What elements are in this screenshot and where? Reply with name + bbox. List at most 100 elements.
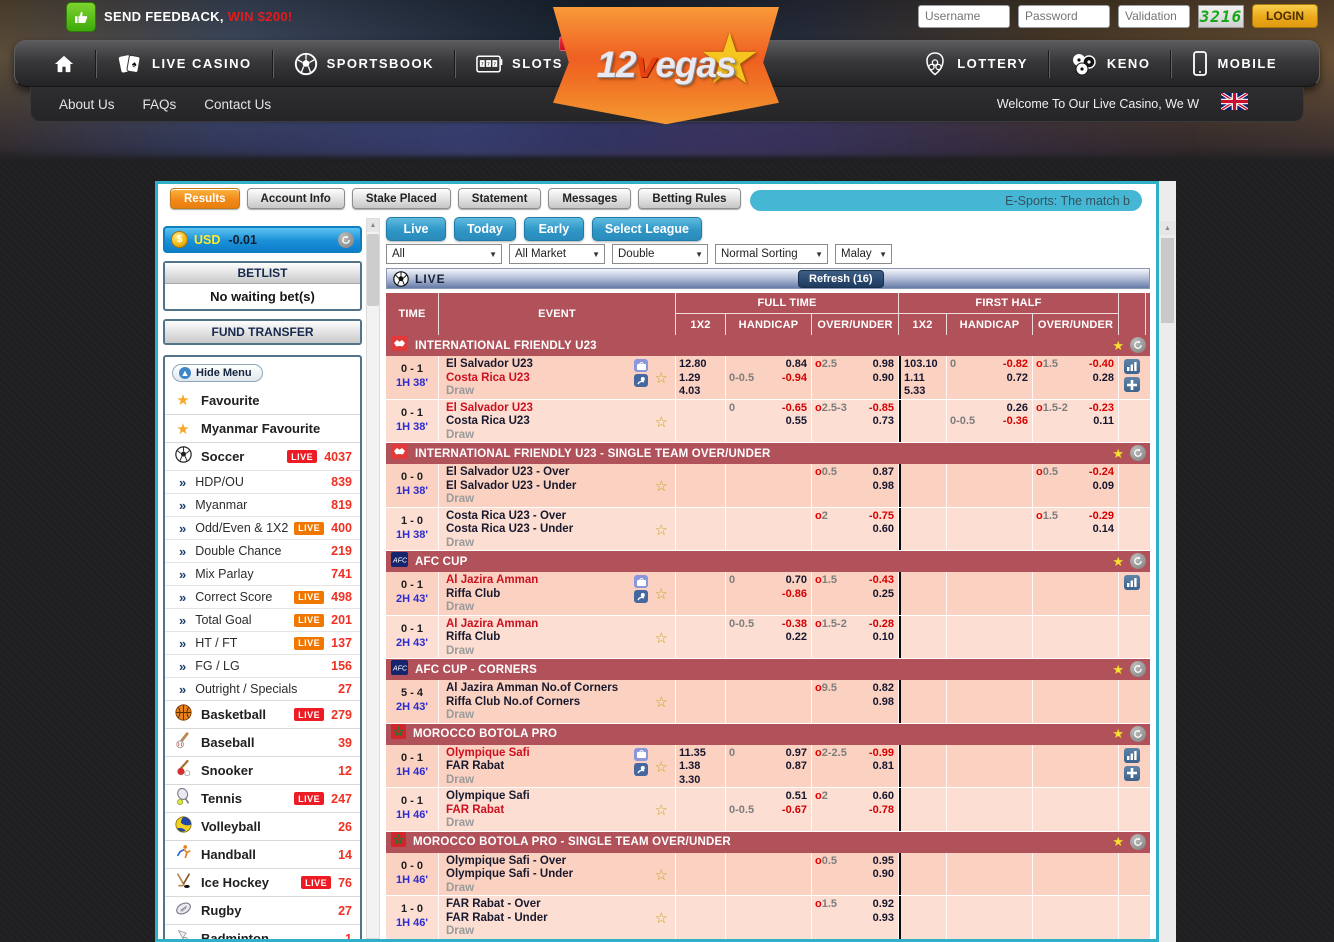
tab-messages[interactable]: Messages <box>548 188 631 209</box>
odds-cell-fh1x2[interactable] <box>899 400 947 443</box>
team-name[interactable]: Draw <box>439 537 675 551</box>
filter-select-all-market[interactable]: All Market▼ <box>509 244 605 264</box>
team-name[interactable]: Al Jazira Amman No.of Corners <box>439 682 675 696</box>
nav-item-sportsbook[interactable]: SPORTSBOOK <box>274 41 454 86</box>
odds-cell-ft1x2[interactable] <box>676 896 726 939</box>
league-refresh-icon[interactable] <box>1130 834 1146 850</box>
stats-stream-icon[interactable] <box>634 763 648 776</box>
odds-cell-fhhcp[interactable] <box>947 464 1033 507</box>
sidebar-item-rugby[interactable]: Rugby27 <box>165 896 360 924</box>
tab-statement[interactable]: Statement <box>458 188 542 209</box>
sidebar-item-double-chance[interactable]: »Double Chance219 <box>165 539 360 562</box>
sidebar-item-snooker[interactable]: Snooker12 <box>165 756 360 784</box>
tab-betting-rules[interactable]: Betting Rules <box>638 188 740 209</box>
uk-flag-icon[interactable] <box>1221 93 1248 115</box>
period-tab-live[interactable]: Live <box>386 217 446 241</box>
sidebar-item-correct-score[interactable]: »Correct ScoreLIVE498 <box>165 585 360 608</box>
validation-input[interactable] <box>1118 5 1190 28</box>
odds-cell-ftou[interactable]: o0.50.950.90 <box>812 853 899 896</box>
league-star-icon[interactable]: ★ <box>1112 338 1124 354</box>
league-star-icon[interactable]: ★ <box>1112 446 1124 462</box>
odds-cell-ftou[interactable]: o20.60-0.78 <box>812 788 899 831</box>
sidebar-item-badminton[interactable]: Badminton1 <box>165 924 360 942</box>
team-name[interactable]: Olympique Safi - Over <box>439 855 675 869</box>
odds-cell-ft1x2[interactable]: 12.801.294.03 <box>676 356 726 399</box>
favourite-star-icon[interactable]: ☆ <box>655 693 668 711</box>
tv-stream-icon[interactable] <box>634 575 648 588</box>
odds-cell-fthcp[interactable] <box>726 464 812 507</box>
scrollbar-up-arrow[interactable]: ▲ <box>367 219 379 232</box>
odds-cell-ftou[interactable]: o2.5-3-0.850.73 <box>812 400 899 443</box>
league-header[interactable]: AFCAFC CUP - CORNERS★ <box>386 659 1150 680</box>
odds-cell-ft1x2[interactable] <box>676 508 726 551</box>
nav-item-mobile[interactable]: MOBILE <box>1172 41 1297 86</box>
league-header[interactable]: INTERNATIONAL FRIENDLY U23★ <box>386 335 1150 356</box>
odds-cell-fhou[interactable]: o0.5-0.240.09 <box>1033 464 1119 507</box>
sidebar-item-total-goal[interactable]: »Total GoalLIVE201 <box>165 608 360 631</box>
team-name[interactable]: Draw <box>439 709 675 723</box>
stats-stream-icon[interactable] <box>634 374 648 387</box>
sidebar-item-handball[interactable]: Handball14 <box>165 840 360 868</box>
odds-cell-ftou[interactable]: o9.50.820.98 <box>812 680 899 723</box>
page-scrollbar-thumb[interactable] <box>1161 238 1174 323</box>
sidebar-item-favourite[interactable]: ★Favourite <box>165 386 360 414</box>
sidebar-item-ht-ft[interactable]: »HT / FTLIVE137 <box>165 631 360 654</box>
league-header[interactable]: MOROCCO BOTOLA PRO★ <box>386 724 1150 745</box>
odds-cell-fthcp[interactable] <box>726 853 812 896</box>
refresh-button[interactable]: Refresh (16) <box>798 270 884 288</box>
link-faqs[interactable]: FAQs <box>143 97 177 112</box>
odds-cell-fh1x2[interactable] <box>899 508 947 551</box>
betlist-header[interactable]: BETLIST <box>165 263 360 284</box>
odds-cell-ft1x2[interactable] <box>676 680 726 723</box>
favourite-star-icon[interactable]: ☆ <box>655 477 668 495</box>
period-tab-select-league[interactable]: Select League <box>592 217 702 241</box>
odds-cell-fh1x2[interactable] <box>899 616 947 659</box>
odds-cell-fhhcp[interactable]: 0-0.820.72 <box>947 356 1033 399</box>
favourite-star-icon[interactable]: ☆ <box>655 521 668 539</box>
team-name[interactable]: Draw <box>439 493 675 507</box>
odds-cell-ft1x2[interactable]: 11.351.383.30 <box>676 745 726 788</box>
odds-cell-ftou[interactable]: o1.5-2-0.280.10 <box>812 616 899 659</box>
team-name[interactable]: Costa Rica U23 - Over <box>439 510 675 524</box>
sidebar-item-myanmar-favourite[interactable]: ★Myanmar Favourite <box>165 414 360 442</box>
filter-select-double[interactable]: Double▼ <box>612 244 708 264</box>
league-star-icon[interactable]: ★ <box>1112 554 1124 570</box>
site-logo[interactable]: ★ 12vegas <box>553 2 779 128</box>
league-refresh-icon[interactable] <box>1130 337 1146 353</box>
odds-cell-ftou[interactable]: o1.5-0.430.25 <box>812 572 899 615</box>
team-name[interactable]: Draw <box>439 882 675 896</box>
scrollbar-thumb[interactable] <box>367 234 379 306</box>
password-input[interactable] <box>1018 5 1110 28</box>
odds-cell-fhhcp[interactable] <box>947 572 1033 615</box>
team-name[interactable]: El Salvador U23 <box>439 402 675 416</box>
league-header[interactable]: MOROCCO BOTOLA PRO - SINGLE TEAM OVER/UN… <box>386 832 1150 853</box>
odds-cell-fhou[interactable]: o1.5-0.400.28 <box>1033 356 1119 399</box>
odds-cell-ftou[interactable]: o2-2.5-0.990.81 <box>812 745 899 788</box>
filter-select-all[interactable]: All▼ <box>386 244 502 264</box>
nav-item-home[interactable] <box>33 41 95 86</box>
odds-cell-ft1x2[interactable] <box>676 464 726 507</box>
sidebar-item-fg-lg[interactable]: »FG / LG156 <box>165 654 360 677</box>
league-refresh-icon[interactable] <box>1130 661 1146 677</box>
favourite-star-icon[interactable]: ☆ <box>655 629 668 647</box>
team-name[interactable]: Al Jazira Amman <box>439 618 675 632</box>
favourite-star-icon[interactable]: ☆ <box>655 369 668 387</box>
link-about-us[interactable]: About Us <box>59 97 115 112</box>
team-name[interactable]: Draw <box>439 645 675 659</box>
odds-cell-fthcp[interactable]: 0-0.5-0.380.22 <box>726 616 812 659</box>
odds-cell-fh1x2[interactable] <box>899 464 947 507</box>
odds-cell-fhou[interactable] <box>1033 896 1119 939</box>
fund-transfer-button[interactable]: FUND TRANSFER <box>165 321 360 343</box>
league-header[interactable]: INTERNATIONAL FRIENDLY U23 - SINGLE TEAM… <box>386 443 1150 464</box>
add-bet-icon[interactable] <box>1124 377 1140 392</box>
league-star-icon[interactable]: ★ <box>1112 662 1124 678</box>
sidebar-item-volleyball[interactable]: Volleyball26 <box>165 812 360 840</box>
odds-cell-fhhcp[interactable] <box>947 680 1033 723</box>
league-refresh-icon[interactable] <box>1130 553 1146 569</box>
odds-cell-fh1x2[interactable]: 103.101.115.33 <box>899 356 947 399</box>
hide-menu-button[interactable]: ▲ Hide Menu <box>172 364 263 382</box>
tab-results[interactable]: Results <box>170 188 240 209</box>
balance-refresh-icon[interactable] <box>338 232 354 248</box>
period-tab-today[interactable]: Today <box>454 217 516 241</box>
odds-cell-ftou[interactable]: o2-0.750.60 <box>812 508 899 551</box>
